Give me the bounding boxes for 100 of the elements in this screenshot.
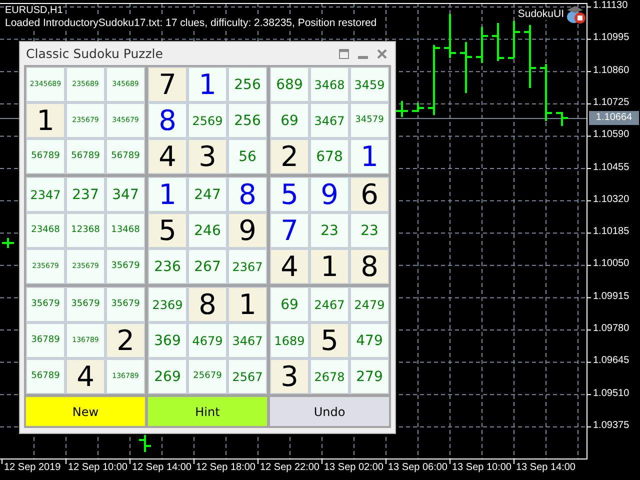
price-bar — [556, 112, 568, 126]
price-bar — [444, 14, 456, 58]
price-label: 1.10320 — [593, 194, 630, 205]
given-digit-cell[interactable]: 8 — [351, 250, 388, 283]
candidates-cell[interactable]: 3459 — [351, 68, 388, 101]
given-digit-cell[interactable]: 6 — [351, 178, 388, 211]
solved-digit-cell[interactable]: 7 — [271, 214, 308, 247]
maximize-icon[interactable] — [339, 48, 349, 58]
candidates-cell[interactable]: 2569 — [189, 104, 226, 137]
candidates-cell[interactable]: 23 — [311, 214, 348, 247]
candidates-cell[interactable]: 3467 — [311, 104, 348, 137]
price-bar — [2, 238, 14, 248]
time-label: 12 Sep 18:00 — [196, 462, 256, 473]
candidates-cell[interactable]: 69 — [271, 288, 308, 321]
given-digit-cell[interactable]: 1 — [27, 104, 64, 137]
given-digit-cell[interactable]: 5 — [311, 324, 348, 357]
price-bar — [540, 64, 552, 121]
candidates-cell[interactable]: 3468 — [311, 68, 348, 101]
candidates-cell[interactable]: 56 — [229, 140, 266, 173]
candidates-cell[interactable]: 678 — [311, 140, 348, 173]
status-message: Loaded IntroductorySudoku17.txt: 17 clues, difficulty: 2.38235, Position restored — [5, 17, 377, 29]
candidates-cell[interactable]: 35679 — [27, 288, 64, 321]
given-digit-cell[interactable]: 3 — [189, 140, 226, 173]
candidates-cell[interactable]: 269 — [149, 360, 186, 393]
candidates-cell[interactable]: 69 — [271, 104, 308, 137]
solved-digit-cell[interactable]: 1 — [149, 178, 186, 211]
price-bar — [460, 42, 472, 93]
candidates-cell[interactable]: 35679 — [107, 250, 144, 283]
given-digit-cell[interactable]: 5 — [149, 214, 186, 247]
given-digit-cell[interactable]: 2 — [271, 140, 308, 173]
candidates-cell[interactable]: 4679 — [189, 324, 226, 357]
candidates-cell[interactable]: 236 — [149, 250, 186, 283]
price-label: 1.09645 — [593, 355, 630, 366]
solved-digit-cell[interactable]: 5 — [271, 178, 308, 211]
given-digit-cell[interactable]: 3 — [271, 360, 308, 393]
candidates-cell[interactable]: 1689 — [271, 324, 308, 357]
candidates-cell[interactable]: 347 — [107, 178, 144, 211]
candidates-cell[interactable]: 56789 — [67, 140, 104, 173]
candidates-cell[interactable]: 13468 — [107, 214, 144, 247]
candidates-cell[interactable]: 247 — [189, 178, 226, 211]
time-label: 13 Sep 06:00 — [388, 462, 448, 473]
solved-digit-cell[interactable]: 8 — [149, 104, 186, 137]
time-label: 12 Sep 10:00 — [68, 462, 128, 473]
candidates-cell[interactable]: 237 — [67, 178, 104, 211]
candidates-cell[interactable]: 25679 — [189, 360, 226, 393]
panel-button[interactable]: New — [26, 397, 145, 426]
close-icon[interactable] — [377, 48, 387, 58]
candidates-cell[interactable]: 12368 — [67, 214, 104, 247]
solved-digit-cell[interactable]: 1 — [351, 140, 388, 173]
candidates-cell[interactable]: 3467 — [229, 324, 266, 357]
price-bar — [508, 21, 520, 59]
candidates-cell[interactable]: 34579 — [351, 104, 388, 137]
time-label: 12 Sep 2019 — [4, 462, 61, 473]
candidates-cell[interactable]: 2369 — [149, 288, 186, 321]
given-digit-cell[interactable]: 4 — [271, 250, 308, 283]
time-label: 12 Sep 14:00 — [132, 462, 192, 473]
candidates-cell[interactable]: 23468 — [27, 214, 64, 247]
candidates-cell[interactable]: 2347 — [27, 178, 64, 211]
current-price-tag: 1.10664 — [589, 111, 639, 125]
given-digit-cell[interactable]: 4 — [149, 140, 186, 173]
candidates-cell[interactable]: 479 — [351, 324, 388, 357]
candidates-cell[interactable]: 56789 — [27, 360, 64, 393]
candidates-cell[interactable]: 2479 — [351, 288, 388, 321]
candidates-cell[interactable]: 35679 — [107, 288, 144, 321]
candidates-cell[interactable]: 279 — [351, 360, 388, 393]
panel-button[interactable]: Hint — [148, 397, 267, 426]
candidates-cell[interactable]: 369 — [149, 324, 186, 357]
candidates-cell[interactable]: 689 — [271, 68, 308, 101]
given-digit-cell[interactable]: 9 — [229, 214, 266, 247]
candidates-cell[interactable]: 246 — [189, 214, 226, 247]
panel-button[interactable]: Undo — [270, 397, 389, 426]
given-digit-cell[interactable]: 7 — [149, 68, 186, 101]
candidates-cell[interactable]: 256 — [229, 68, 266, 101]
price-label: 1.09510 — [593, 388, 630, 399]
candidates-cell[interactable]: 2567 — [229, 360, 266, 393]
given-digit-cell[interactable]: 4 — [67, 360, 104, 393]
given-digit-cell[interactable]: 8 — [189, 288, 226, 321]
solved-digit-cell[interactable]: 1 — [189, 68, 226, 101]
solved-digit-cell[interactable]: 8 — [229, 178, 266, 211]
candidates-cell[interactable]: 267 — [189, 250, 226, 283]
given-digit-cell[interactable]: 1 — [229, 288, 266, 321]
candidates-cell[interactable]: 2367 — [229, 250, 266, 283]
given-digit-cell[interactable]: 2 — [107, 324, 144, 357]
price-bar — [428, 45, 440, 115]
candidates-cell[interactable]: 56789 — [27, 140, 64, 173]
candidates-cell[interactable]: 36789 — [27, 324, 64, 357]
price-label: 1.10455 — [593, 162, 630, 172]
time-label: 13 Sep 02:00 — [324, 462, 384, 473]
price-label: 1.10185 — [593, 226, 630, 238]
given-digit-cell[interactable]: 1 — [311, 250, 348, 283]
candidates-cell[interactable]: 23 — [351, 214, 388, 247]
candidates-cell[interactable]: 2678 — [311, 360, 348, 393]
time-label: 12 Sep 22:00 — [260, 462, 320, 473]
candidates-cell[interactable]: 56789 — [107, 140, 144, 173]
candidates-cell[interactable]: 2467 — [311, 288, 348, 321]
price-bar — [139, 435, 151, 452]
price-bar — [476, 27, 488, 63]
candidates-cell[interactable]: 35679 — [67, 288, 104, 321]
candidates-cell[interactable]: 256 — [229, 104, 266, 137]
solved-digit-cell[interactable]: 9 — [311, 178, 348, 211]
